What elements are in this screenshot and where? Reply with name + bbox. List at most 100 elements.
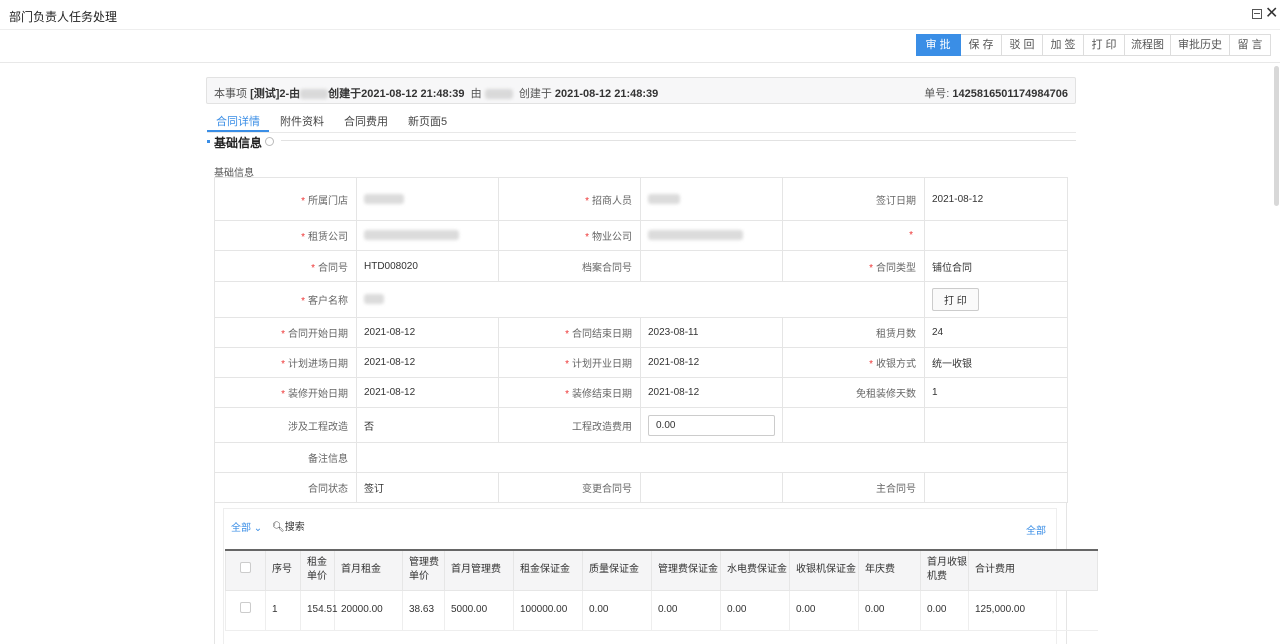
tab-new-page-5[interactable]: 新页面5: [399, 115, 456, 132]
contract-no-label: * 合同号: [214, 250, 357, 282]
select-all-checkbox[interactable]: [240, 562, 251, 574]
save-button[interactable]: 保 存: [961, 34, 1002, 56]
collapse-icon[interactable]: [265, 137, 274, 146]
cashier-mode-value: 统一收银: [924, 347, 1068, 378]
plan-open-value: 2021-08-12: [640, 347, 783, 378]
tabs-divider: [207, 132, 1076, 133]
table-cell: 0.00: [920, 590, 969, 631]
table-cell: 38.63: [402, 590, 445, 631]
section-divider: [281, 140, 1076, 141]
lease-company-label: * 租赁公司: [214, 220, 357, 251]
change-no-label: 变更合同号: [498, 472, 641, 503]
fee-subgrid-panel: 全部 ⌄ 🔍︎搜索 全部 序号 租金单价 首月租金 管理费单价 首月管理费 租金…: [214, 503, 1098, 644]
search-button[interactable]: 🔍︎搜索: [272, 518, 305, 533]
tab-contract-details[interactable]: 合同详情: [207, 115, 269, 132]
plan-entry-label: * 计划进场日期: [214, 347, 357, 378]
reject-button[interactable]: 驳 回: [1002, 34, 1043, 56]
row-checkbox[interactable]: [240, 602, 251, 613]
table-cell: 20000.00: [334, 590, 403, 631]
task-summary: 本事项 [测试]2-由 创建于2021-08-12 21:48:39 由 创建于 …: [214, 85, 658, 101]
lease-months-value: 24: [924, 317, 1068, 348]
print-button[interactable]: 打 印: [1084, 34, 1125, 56]
plan-entry-value: 2021-08-12: [356, 347, 499, 378]
status-label: 合同状态: [214, 472, 357, 503]
chevron-down-icon: ⌄: [253, 523, 263, 534]
filter-dropdown[interactable]: 全部 ⌄: [231, 519, 262, 534]
vertical-scrollbar[interactable]: [1274, 66, 1279, 206]
engineering-fee-cell: 0.00: [640, 407, 783, 443]
col-header: 管理费保证金: [651, 549, 721, 591]
task-info-bar: 本事项 [测试]2-由 创建于2021-08-12 21:48:39 由 创建于 …: [206, 77, 1076, 104]
row-select-cell: [225, 590, 266, 631]
store-value: [356, 177, 499, 221]
approve-button[interactable]: 审 批: [916, 34, 961, 56]
table-cell: 125,000.00: [968, 590, 1098, 631]
col-header: 水电费保证金: [720, 549, 790, 591]
fee-subgrid: 全部 ⌄ 🔍︎搜索 全部 序号 租金单价 首月租金 管理费单价 首月管理费 租金…: [223, 508, 1098, 644]
fee-table-header: 序号 租金单价 首月租金 管理费单价 首月管理费 租金保证金 质量保证金 管理费…: [225, 549, 1098, 591]
contract-print-button[interactable]: 打 印: [932, 288, 979, 311]
created-at-value: 2021-08-12 21:48:39: [554, 88, 659, 100]
blurred-lease-company: [364, 230, 459, 241]
table-cell: 5000.00: [444, 590, 514, 631]
unnamed-required-value: [924, 220, 1068, 251]
flowchart-button[interactable]: 流程图: [1125, 34, 1171, 56]
contract-type-label: * 合同类型: [782, 250, 925, 282]
approval-history-button[interactable]: 审批历史: [1171, 34, 1230, 56]
tab-contract-fees[interactable]: 合同费用: [335, 115, 397, 132]
filter-label: 全部: [231, 523, 251, 534]
col-header: 质量保证金: [582, 549, 652, 591]
close-icon[interactable]: ✕: [1265, 5, 1278, 21]
blurred-user-name: [484, 89, 513, 100]
col-header: 租金保证金: [513, 549, 583, 591]
maximize-icon[interactable]: [1252, 9, 1262, 19]
blurred-property-company: [648, 230, 743, 241]
remark-label: 备注信息: [214, 442, 357, 473]
order-number-label: 单号:: [924, 88, 950, 100]
end-date-label: * 合同结束日期: [498, 317, 641, 348]
blurred-recruiter: [648, 193, 680, 204]
col-header: 首月租金: [334, 549, 403, 591]
customer-value: [356, 281, 925, 318]
unnamed-required-label: *: [782, 220, 925, 251]
table-row[interactable]: 1 154.51 20000.00 38.63 5000.00 100000.0…: [225, 590, 1098, 631]
plan-open-label: * 计划开业日期: [498, 347, 641, 378]
contract-no-value: HTD008020: [356, 250, 499, 282]
created-at-label: 创建于: [518, 88, 552, 100]
table-cell: 0.00: [789, 590, 859, 631]
fee-table: 序号 租金单价 首月租金 管理费单价 首月管理费 租金保证金 质量保证金 管理费…: [225, 549, 1098, 631]
search-icon: 🔍︎: [272, 522, 285, 533]
section-title: 基础信息: [214, 136, 263, 150]
table-cell: 1: [265, 590, 301, 631]
col-header: 首月管理费: [444, 549, 514, 591]
property-company-label: * 物业公司: [498, 220, 641, 251]
print-cell: 打 印: [924, 281, 1068, 318]
add-signer-button[interactable]: 加 签: [1043, 34, 1084, 56]
message-button[interactable]: 留 言: [1230, 34, 1271, 56]
tab-attachments[interactable]: 附件资料: [271, 115, 333, 132]
task-prefix: 本事项: [214, 88, 251, 100]
col-header: 合计费用: [968, 549, 1098, 591]
lease-company-value: [356, 220, 499, 251]
free-days-value: 1: [924, 377, 1068, 408]
show-all-link[interactable]: 全部: [1026, 522, 1046, 537]
deco-end-value: 2021-08-12: [640, 377, 783, 408]
recruiter-label: * 招商人员: [498, 177, 641, 221]
empty-label-cell: [782, 407, 925, 443]
sign-date-label: 签订日期: [782, 177, 925, 221]
table-cell: 0.00: [651, 590, 721, 631]
engineering-fee-input[interactable]: 0.00: [648, 414, 775, 436]
col-header: 首月收银机费: [920, 549, 969, 591]
end-date-value: 2023-08-11: [640, 317, 783, 348]
table-cell: 0.00: [720, 590, 790, 631]
window-title: 部门负责人任务处理: [9, 10, 118, 24]
recruiter-value: [640, 177, 783, 221]
sign-date-value: 2021-08-12: [924, 177, 1068, 221]
archive-no-label: 档案合同号: [498, 250, 641, 282]
master-no-value: [924, 472, 1068, 503]
blurred-store: [364, 193, 404, 204]
col-header: 年庆费: [858, 549, 921, 591]
engineering-value: 否: [356, 407, 499, 443]
cashier-mode-label: * 收银方式: [782, 347, 925, 378]
lease-months-label: 租赁月数: [782, 317, 925, 348]
